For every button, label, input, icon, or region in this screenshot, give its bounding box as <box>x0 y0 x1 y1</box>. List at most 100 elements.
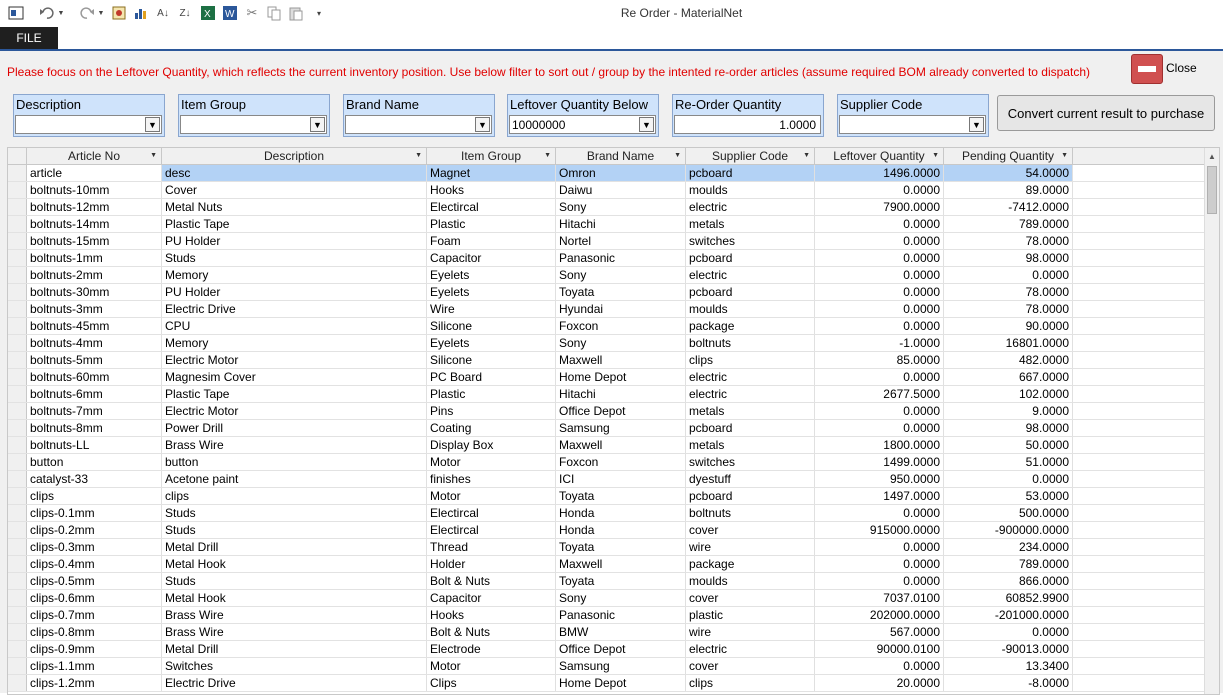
cell-supplier-code[interactable]: metals <box>686 216 815 232</box>
cell-supplier-code[interactable]: boltnuts <box>686 505 815 521</box>
cell-pending-quantity[interactable]: 98.0000 <box>944 250 1073 266</box>
cell-supplier-code[interactable]: package <box>686 556 815 572</box>
cell-leftover-quantity[interactable]: 915000.0000 <box>815 522 944 538</box>
chevron-down-icon[interactable]: ▼ <box>969 117 984 132</box>
cell-brand-name[interactable]: BMW <box>556 624 686 640</box>
cell-brand-name[interactable]: Home Depot <box>556 369 686 385</box>
supplier-code-combo[interactable]: ▼ <box>839 115 986 134</box>
filter-dropdown-icon[interactable]: ▼ <box>1061 148 1068 164</box>
cell-article-no[interactable]: boltnuts-14mm <box>27 216 162 232</box>
cell-article-no[interactable]: boltnuts-7mm <box>27 403 162 419</box>
scroll-up-icon[interactable]: ▲ <box>1205 150 1219 164</box>
filter-dropdown-icon[interactable]: ▼ <box>932 148 939 164</box>
column-header-brand-name[interactable]: Brand Name ▼ <box>556 148 686 164</box>
cell-pending-quantity[interactable]: -900000.0000 <box>944 522 1073 538</box>
row-indicator[interactable] <box>8 233 27 249</box>
cell-pending-quantity[interactable]: 866.0000 <box>944 573 1073 589</box>
cell-leftover-quantity[interactable]: 0.0000 <box>815 556 944 572</box>
cell-brand-name[interactable]: Panasonic <box>556 607 686 623</box>
cell-leftover-quantity[interactable]: 0.0000 <box>815 216 944 232</box>
cell-brand-name[interactable]: Foxcon <box>556 318 686 334</box>
cell-leftover-quantity[interactable]: 0.0000 <box>815 267 944 283</box>
column-header-leftover-quantity[interactable]: Leftover Quantity ▼ <box>815 148 944 164</box>
cell-article-no[interactable]: boltnuts-2mm <box>27 267 162 283</box>
cell-supplier-code[interactable]: electric <box>686 386 815 402</box>
cell-item-group[interactable]: Motor <box>427 658 556 674</box>
cell-leftover-quantity[interactable]: 0.0000 <box>815 505 944 521</box>
chevron-down-icon[interactable]: ▼ <box>145 117 160 132</box>
cell-description[interactable]: button <box>162 454 427 470</box>
cell-supplier-code[interactable]: boltnuts <box>686 335 815 351</box>
cell-item-group[interactable]: Clips <box>427 675 556 691</box>
cell-pending-quantity[interactable]: 0.0000 <box>944 471 1073 487</box>
cell-item-group[interactable]: Silicone <box>427 318 556 334</box>
cell-item-group[interactable]: Electircal <box>427 199 556 215</box>
table-row[interactable]: boltnuts-3mm Electric Drive Wire Hyundai mou… <box>8 301 1204 318</box>
row-indicator[interactable] <box>8 607 27 623</box>
cell-article-no[interactable]: boltnuts-10mm <box>27 182 162 198</box>
cell-description[interactable]: Studs <box>162 573 427 589</box>
cell-item-group[interactable]: Bolt & Nuts <box>427 573 556 589</box>
cell-pending-quantity[interactable]: 0.0000 <box>944 267 1073 283</box>
row-indicator[interactable] <box>8 556 27 572</box>
cell-pending-quantity[interactable]: 89.0000 <box>944 182 1073 198</box>
row-indicator[interactable] <box>8 335 27 351</box>
row-indicator[interactable] <box>8 454 27 470</box>
cell-leftover-quantity[interactable]: 0.0000 <box>815 233 944 249</box>
row-indicator[interactable] <box>8 284 27 300</box>
cell-description[interactable]: Acetone paint <box>162 471 427 487</box>
convert-to-purchase-button[interactable]: Convert current result to purchase <box>997 95 1215 131</box>
table-row[interactable]: boltnuts-5mm Electric Motor Silicone Maxwel… <box>8 352 1204 369</box>
cell-supplier-code[interactable]: metals <box>686 403 815 419</box>
table-row[interactable]: clips-1.2mm Electric Drive Clips Home Depot… <box>8 675 1204 692</box>
cell-article-no[interactable]: boltnuts-12mm <box>27 199 162 215</box>
cell-leftover-quantity[interactable]: 90000.0100 <box>815 641 944 657</box>
column-header-description[interactable]: Description ▼ <box>162 148 427 164</box>
cell-leftover-quantity[interactable]: 0.0000 <box>815 403 944 419</box>
cell-brand-name[interactable]: Maxwell <box>556 437 686 453</box>
cell-brand-name[interactable]: Samsung <box>556 420 686 436</box>
cell-article-no[interactable]: clips-0.7mm <box>27 607 162 623</box>
row-indicator[interactable] <box>8 505 27 521</box>
cell-supplier-code[interactable]: package <box>686 318 815 334</box>
row-indicator[interactable] <box>8 267 27 283</box>
cell-pending-quantity[interactable]: 78.0000 <box>944 284 1073 300</box>
row-indicator[interactable] <box>8 182 27 198</box>
cell-pending-quantity[interactable]: 102.0000 <box>944 386 1073 402</box>
cell-item-group[interactable]: Capacitor <box>427 590 556 606</box>
cell-brand-name[interactable]: Toyata <box>556 488 686 504</box>
cell-article-no[interactable]: clips-1.1mm <box>27 658 162 674</box>
table-row[interactable]: boltnuts-14mm Plastic Tape Plastic Hitachi m… <box>8 216 1204 233</box>
cell-item-group[interactable]: Display Box <box>427 437 556 453</box>
cell-pending-quantity[interactable]: 51.0000 <box>944 454 1073 470</box>
reorder-quantity-input[interactable]: 1.0000 <box>674 115 821 134</box>
cell-pending-quantity[interactable]: 53.0000 <box>944 488 1073 504</box>
cell-article-no[interactable]: boltnuts-1mm <box>27 250 162 266</box>
cell-item-group[interactable]: finishes <box>427 471 556 487</box>
cell-leftover-quantity[interactable]: 20.0000 <box>815 675 944 691</box>
row-indicator[interactable] <box>8 658 27 674</box>
row-indicator[interactable] <box>8 573 27 589</box>
table-row[interactable]: clips-0.6mm Metal Hook Capacitor Sony cover 7… <box>8 590 1204 607</box>
cell-item-group[interactable]: Holder <box>427 556 556 572</box>
cell-article-no[interactable]: boltnuts-8mm <box>27 420 162 436</box>
cell-description[interactable]: Metal Drill <box>162 539 427 555</box>
cell-item-group[interactable]: PC Board <box>427 369 556 385</box>
cell-supplier-code[interactable]: cover <box>686 658 815 674</box>
cell-brand-name[interactable]: Toyata <box>556 573 686 589</box>
cell-supplier-code[interactable]: cover <box>686 522 815 538</box>
table-row[interactable]: catalyst-33 Acetone paint finishes ICI dyest… <box>8 471 1204 488</box>
cell-brand-name[interactable]: Sony <box>556 590 686 606</box>
cell-brand-name[interactable]: Sony <box>556 335 686 351</box>
cell-article-no[interactable]: clips-0.1mm <box>27 505 162 521</box>
cell-supplier-code[interactable]: pcboard <box>686 165 815 181</box>
table-row[interactable]: boltnuts-1mm Studs Capacitor Panasonic pcboa… <box>8 250 1204 267</box>
table-row[interactable]: boltnuts-2mm Memory Eyelets Sony electric 0.0… <box>8 267 1204 284</box>
cell-description[interactable]: desc <box>162 165 427 181</box>
row-indicator[interactable] <box>8 539 27 555</box>
table-row[interactable]: article desc Magnet Omron pcboard 1496.0000 54… <box>8 165 1204 182</box>
filter-dropdown-icon[interactable]: ▼ <box>544 148 551 164</box>
cell-brand-name[interactable]: Home Depot <box>556 675 686 691</box>
cell-description[interactable]: Electric Motor <box>162 352 427 368</box>
cell-item-group[interactable]: Motor <box>427 488 556 504</box>
